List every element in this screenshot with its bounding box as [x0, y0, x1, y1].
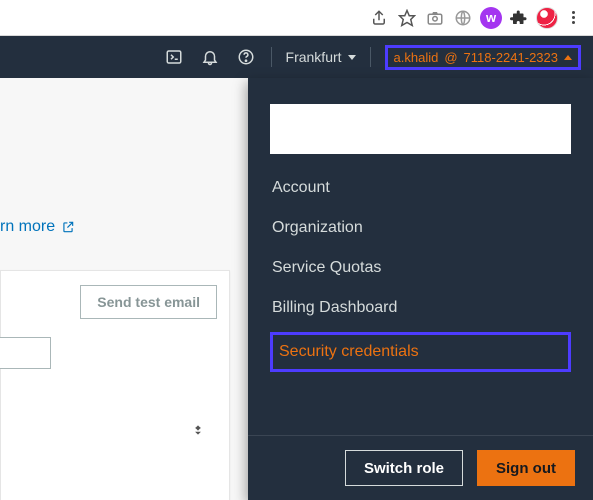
- menu-item-security-credentials[interactable]: Security credentials: [270, 332, 571, 372]
- divider: [370, 47, 371, 67]
- chevron-up-icon: [564, 55, 572, 60]
- send-test-email-button[interactable]: Send test email: [80, 285, 217, 319]
- w-extension-icon[interactable]: w: [477, 4, 505, 32]
- menu-item-organization[interactable]: Organization: [270, 208, 571, 248]
- external-link-icon: [61, 220, 75, 234]
- aws-top-nav: Frankfurt a.khalid @ 7118-2241-2323: [0, 36, 593, 78]
- learn-more-link[interactable]: rn more: [0, 218, 75, 236]
- notifications-icon[interactable]: [199, 46, 221, 68]
- star-icon[interactable]: [393, 4, 421, 32]
- profile-avatar[interactable]: [533, 4, 561, 32]
- account-id: 7118-2241-2323: [464, 50, 558, 65]
- cloudshell-icon[interactable]: [163, 46, 185, 68]
- menu-item-billing[interactable]: Billing Dashboard: [270, 288, 571, 328]
- globe-icon[interactable]: [449, 4, 477, 32]
- content-card: Send test email: [0, 270, 230, 500]
- extensions-icon[interactable]: [505, 4, 533, 32]
- account-dropdown: Account Organization Service Quotas Bill…: [248, 78, 593, 500]
- share-icon[interactable]: [365, 4, 393, 32]
- dropdown-footer: Switch role Sign out: [248, 435, 593, 500]
- region-selector[interactable]: Frankfurt: [286, 49, 356, 65]
- text-input-fragment[interactable]: [0, 337, 51, 369]
- menu-item-service-quotas[interactable]: Service Quotas: [270, 248, 571, 288]
- account-user: a.khalid: [394, 50, 439, 65]
- region-label: Frankfurt: [286, 49, 342, 65]
- page-body: rn more Send test email Account Organiza…: [0, 78, 593, 500]
- help-icon[interactable]: [235, 46, 257, 68]
- kebab-menu-icon[interactable]: [561, 6, 585, 30]
- learn-more-text: rn more: [0, 218, 55, 236]
- menu-item-account[interactable]: Account: [270, 168, 571, 208]
- divider: [271, 47, 272, 67]
- account-menu-trigger[interactable]: a.khalid @ 7118-2241-2323: [385, 45, 581, 70]
- account-search-input[interactable]: [270, 104, 571, 154]
- camera-icon[interactable]: [421, 4, 449, 32]
- expand-toggle[interactable]: [191, 423, 205, 437]
- sign-out-button[interactable]: Sign out: [477, 450, 575, 486]
- account-menu-list: Account Organization Service Quotas Bill…: [270, 168, 571, 372]
- account-at: @: [444, 50, 457, 65]
- switch-role-button[interactable]: Switch role: [345, 450, 463, 486]
- chevron-down-icon: [348, 55, 356, 60]
- browser-toolbar: w: [0, 0, 593, 36]
